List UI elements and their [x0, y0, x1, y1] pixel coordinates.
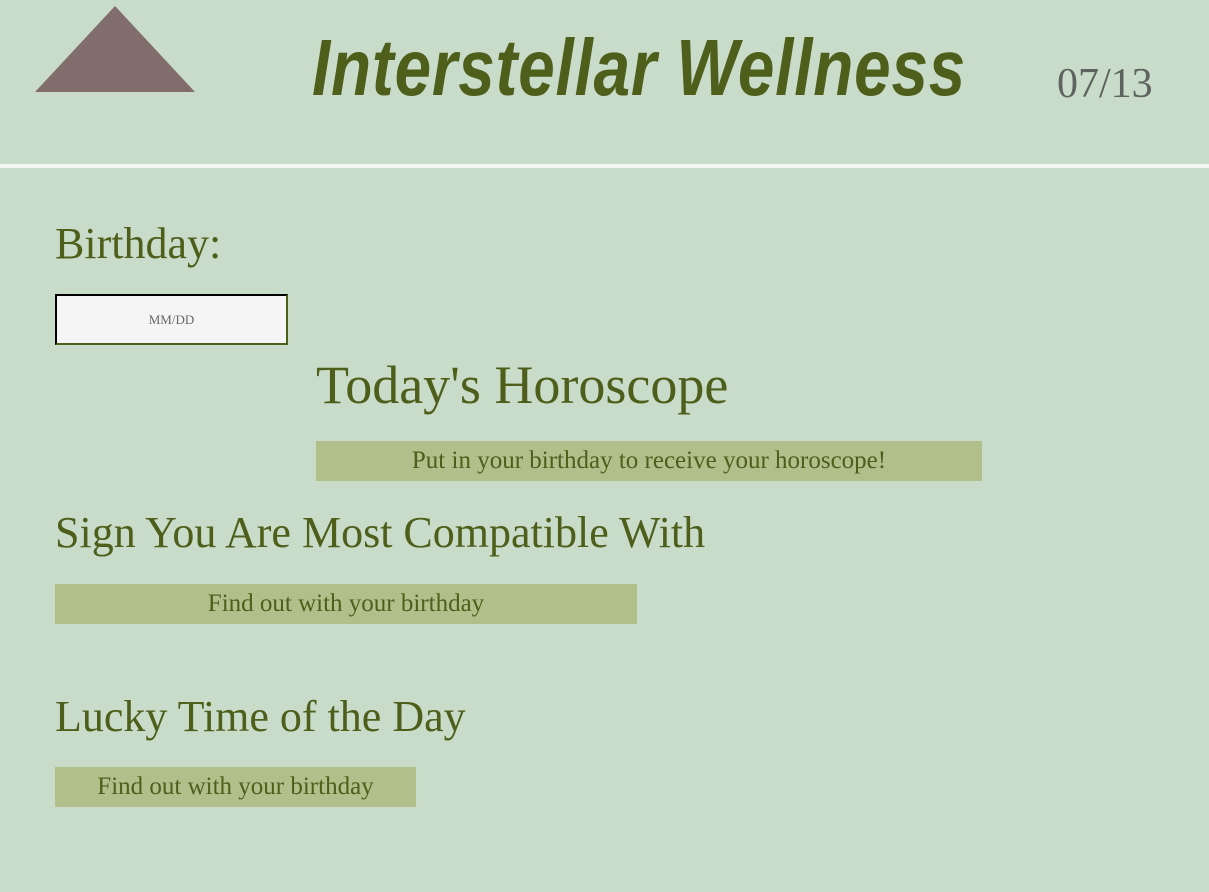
- birthday-input[interactable]: [55, 294, 288, 345]
- header-divider: [0, 164, 1209, 168]
- site-title: Interstellar Wellness: [312, 23, 967, 112]
- compatibility-heading: Sign You Are Most Compatible With: [55, 508, 706, 557]
- lucky-time-heading: Lucky Time of the Day: [55, 692, 466, 741]
- current-date: 07/13: [1057, 61, 1153, 107]
- lucky-time-result: Find out with your birthday: [55, 767, 416, 807]
- header: Interstellar Wellness 07/13: [0, 0, 1209, 165]
- birthday-label: Birthday:: [55, 219, 222, 268]
- horoscope-heading: Today's Horoscope: [316, 355, 729, 415]
- triangle-icon[interactable]: [35, 6, 195, 92]
- compatibility-result: Find out with your birthday: [55, 584, 637, 624]
- horoscope-result: Put in your birthday to receive your hor…: [316, 441, 982, 481]
